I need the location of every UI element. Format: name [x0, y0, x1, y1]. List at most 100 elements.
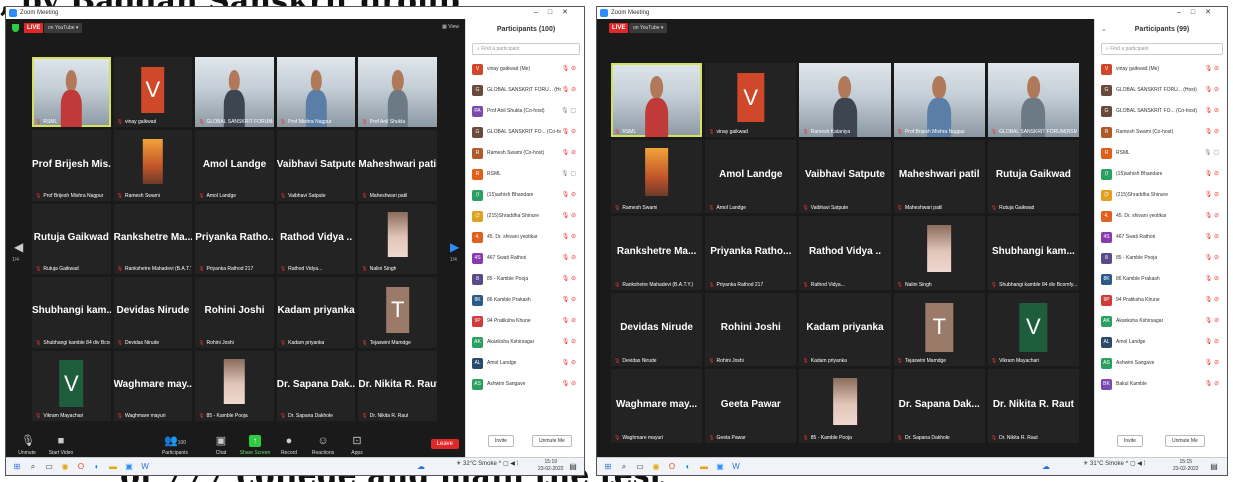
participant-list-item[interactable]: 8 85 - Kamble Pooja 🎙 ⊘ — [466, 269, 584, 290]
participants-button[interactable]: 👥100 Participants — [156, 435, 194, 456]
participant-tile[interactable]: Vaibhavi Satpute 🎙 Vaibhavi Satpute — [799, 139, 891, 214]
participant-tile[interactable]: Kadam priyanka 🎙 Kadam priyanka — [276, 277, 356, 348]
participant-list-item[interactable]: 9P 94 Pratiksha Khune 🎙 ⊘ — [466, 311, 584, 332]
participant-tile[interactable]: Rankshetre Ma... 🎙 Rankshetre Mahadevi (B.… — [113, 203, 193, 275]
participant-tile[interactable]: 🎙 Prof Brijesh Mishra Nagpur — [893, 63, 985, 137]
participant-tile[interactable]: Priyanka Ratho... 🎙 Priyanka Rathod 217 — [705, 216, 797, 290]
participant-tile[interactable]: T 🎙 Tejaswini Mamdge — [358, 277, 437, 348]
participant-tile[interactable]: V 🎙 Vikram Mayachari — [987, 292, 1079, 367]
youtube-stream-dropdown[interactable]: on YouTube ▾ — [629, 23, 668, 33]
system-clock[interactable]: 15:19 23-02-2022 — [538, 459, 564, 473]
edge-icon[interactable]: ◐ — [683, 462, 693, 472]
participant-tile[interactable]: Maheshwari patil 🎙 Maheshwari patil — [893, 139, 985, 214]
participant-tile[interactable]: 🎙 RSML — [611, 63, 703, 137]
participant-list-item[interactable]: 9P 94 Pratiksha Khune 🎙 ⊘ — [1095, 290, 1227, 311]
participant-tile[interactable]: 🎙 Ramesh Kataniya — [799, 63, 891, 137]
participant-tile[interactable]: Devidas Nirude 🎙 Devidas Nirude — [611, 292, 703, 367]
share-screen-button[interactable]: ↑ Share Screen — [236, 435, 274, 456]
participant-list[interactable]: Vvinay gaikwad (Me) 🎙 ⊘ G GLOBAL SANSKRIT F… — [466, 59, 584, 423]
participant-list-item[interactable]: AL Amol Landge 🎙 ⊘ — [466, 353, 584, 374]
participant-tile[interactable]: V 🎙 vinay gaikwad — [113, 57, 193, 128]
participant-list-item[interactable]: AS Ashwini Sangave 🎙 ⊘ — [466, 374, 584, 395]
task-view-icon[interactable]: ▭ — [44, 462, 54, 472]
participant-tile[interactable]: 🎙 Prof Mishra Nagpur — [276, 57, 356, 128]
participant-list-item[interactable]: (2 (215)Shraddha Shinure 🎙 ⊘ — [1095, 185, 1227, 206]
invite-button[interactable]: Invite — [1117, 435, 1143, 447]
participant-tile[interactable]: Devidas Nirude 🎙 Devidas Nirude — [113, 277, 193, 348]
participant-tile[interactable]: Dr. Nikita R. Raut 🎙 Dr. Nikita R. Raut — [358, 350, 437, 421]
participant-list-item[interactable]: 4. 45. Dr. shivani yeotikar 🎙 ⊘ — [466, 227, 584, 248]
participant-tile[interactable]: 🎙 RSML — [32, 57, 111, 128]
search-icon[interactable]: ⌕ — [619, 462, 629, 472]
windows-start-icon[interactable]: ⊞ — [12, 462, 22, 472]
participant-list-item[interactable]: G GLOBAL SANSKRIT FORU... (Host) 🎙 ⊘ — [466, 80, 584, 101]
leave-button[interactable]: Leave — [430, 439, 459, 449]
next-page-arrow-icon[interactable]: ▶ — [450, 241, 459, 253]
participant-list-item[interactable]: BK Bakul Kamble 🎙 ⊘ — [1095, 374, 1227, 395]
participant-tile[interactable]: 🎙 Ramesh Swami — [611, 139, 703, 214]
word-icon[interactable]: W — [140, 462, 150, 472]
participant-search-input[interactable]: ⌕ Find a participant — [1101, 43, 1223, 55]
participant-tile[interactable]: Waghmare may... 🎙 Waghmare mayuri — [113, 350, 193, 421]
participant-tile[interactable]: Priyanka Ratho... 🎙 Priyanka Rathod 217 — [195, 203, 274, 275]
youtube-stream-dropdown[interactable]: on YouTube ▾ — [44, 23, 83, 33]
participant-tile[interactable]: Rohini Joshi 🎙 Rohini Joshi — [195, 277, 274, 348]
zoom-taskbar-icon[interactable]: ▣ — [124, 462, 134, 472]
windows-start-icon[interactable]: ⊞ — [603, 462, 613, 472]
weather-status[interactable]: ☀ 31°C Smoke ^ ▢ ◀ ⁞ — [1083, 460, 1145, 467]
file-explorer-icon[interactable]: ▬ — [108, 462, 118, 472]
participant-list-item[interactable]: 8K 86 Kamble Prakash 🎙 ⊘ — [1095, 269, 1227, 290]
participant-tile[interactable]: Dr. Nikita R. Raut 🎙 Dr. Nikita R. Raut — [987, 369, 1079, 443]
participant-tile[interactable]: Amol Landge 🎙 Amol Landge — [195, 130, 274, 201]
participant-tile[interactable]: Rankshetre Ma... 🎙 Rankshetre Mahadevi (B.… — [611, 216, 703, 290]
participant-tile[interactable]: 🎙GLOBAL SANSKRIT FORUM(RSML) — [195, 57, 274, 128]
participant-tile[interactable]: 🎙 Nalini Singh — [893, 216, 985, 290]
participant-list-item[interactable]: Vvinay gaikwad (Me) 🎙 ⊘ — [1095, 59, 1227, 80]
participant-tile[interactable]: 🎙GLOBAL SANSKRIT FORUM(RSML) — [987, 63, 1079, 137]
participant-list-item[interactable]: (I (15)ashish Bhandare 🎙 ⊘ — [1095, 164, 1227, 185]
record-button[interactable]: ● Record — [270, 435, 308, 456]
start-video-button[interactable]: ■ Start Video — [42, 435, 80, 456]
chrome-icon[interactable]: ◉ — [651, 462, 661, 472]
participant-search-input[interactable]: ⌕ Find a participant — [472, 43, 580, 55]
unmute-button[interactable]: 🎙 Unmute — [8, 435, 46, 456]
participant-tile[interactable]: Waghmare may... 🎙 Waghmare mayuri — [611, 369, 703, 443]
participant-tile[interactable]: Vaibhavi Satpute 🎙 Vaibhavi Satpute — [276, 130, 356, 201]
participant-list-item[interactable]: G GLOBAL SANSKRIT FO... (Co-host) 🎙 ⊘ — [1095, 101, 1227, 122]
participant-tile[interactable]: Amol Landge 🎙 Amol Landge — [705, 139, 797, 214]
notification-icon[interactable]: ▤ — [1209, 462, 1219, 472]
opera-icon[interactable]: O — [667, 462, 677, 472]
window-controls[interactable]: –□✕ — [534, 7, 578, 19]
participant-tile[interactable]: V 🎙 Vikram Mayachari — [32, 350, 111, 421]
system-clock[interactable]: 15:15 23-02-2022 — [1173, 459, 1199, 473]
participant-list-item[interactable]: 4. 45. Dr. shivani yeotikar 🎙 ⊘ — [1095, 206, 1227, 227]
participant-list-item[interactable]: 8 85 - Kamble Pooja 🎙 ⊘ — [1095, 248, 1227, 269]
participant-tile[interactable]: Geeta Pawar 🎙 Geeta Pawar — [705, 369, 797, 443]
participant-tile[interactable]: Shubhangi kam... 🎙 Shubhangi kamble 84 div… — [987, 216, 1079, 290]
participant-tile[interactable]: Kadam priyanka 🎙 Kadam priyanka — [799, 292, 891, 367]
participant-list-item[interactable]: PA Prof Anil Shukla (Co-host) 🎙 ▢ — [466, 101, 584, 122]
participant-list-item[interactable]: 4S 467 Swati Rathod 🎙 ⊘ — [466, 248, 584, 269]
participant-tile[interactable]: Rutuja Gaikwad 🎙 Rutuja Gaikwad — [987, 139, 1079, 214]
participant-list-item[interactable]: G GLOBAL SANSKRIT FO... (Co-host) 🎙 ⊘ — [466, 122, 584, 143]
chrome-icon[interactable]: ◉ — [60, 462, 70, 472]
view-button[interactable]: ▦ View — [442, 24, 459, 30]
word-icon[interactable]: W — [731, 462, 741, 472]
invite-button[interactable]: Invite — [488, 435, 514, 447]
participant-tile[interactable]: T 🎙 Tejaswini Mamdge — [893, 292, 985, 367]
participant-list-item[interactable]: R Ramesh Swami (Co-host) 🎙 ⊘ — [1095, 122, 1227, 143]
participant-list-item[interactable]: AK Akanksha Kshirsagar 🎙 ⊘ — [1095, 311, 1227, 332]
notification-icon[interactable]: ▤ — [568, 462, 578, 472]
weather-status[interactable]: ☀ 32°C Smoke ^ ▢ ◀ ⁞ — [456, 460, 518, 467]
chat-button[interactable]: ▣ Chat — [202, 435, 240, 456]
participant-tile[interactable]: 🎙 85 - Kamble Pooja — [799, 369, 891, 443]
participant-tile[interactable]: Dr. Sapana Dak... 🎙 Dr. Sapana Dakhole — [276, 350, 356, 421]
participant-tile[interactable]: Rathod Vidya .. 🎙 Rathod Vidya... — [799, 216, 891, 290]
participant-tile[interactable]: 🎙 Nalini Singh — [358, 203, 437, 275]
live-badge[interactable]: LIVE — [24, 23, 44, 33]
unmute-me-button[interactable]: Unmute Me — [1165, 435, 1205, 447]
security-shield-icon[interactable] — [12, 24, 19, 32]
participant-list-item[interactable]: Vvinay gaikwad (Me) 🎙 ⊘ — [466, 59, 584, 80]
participant-list-item[interactable]: 8K 86 Kamble Prakash 🎙 ⊘ — [466, 290, 584, 311]
collapse-chevron-icon[interactable]: ⌄ — [1101, 19, 1107, 41]
